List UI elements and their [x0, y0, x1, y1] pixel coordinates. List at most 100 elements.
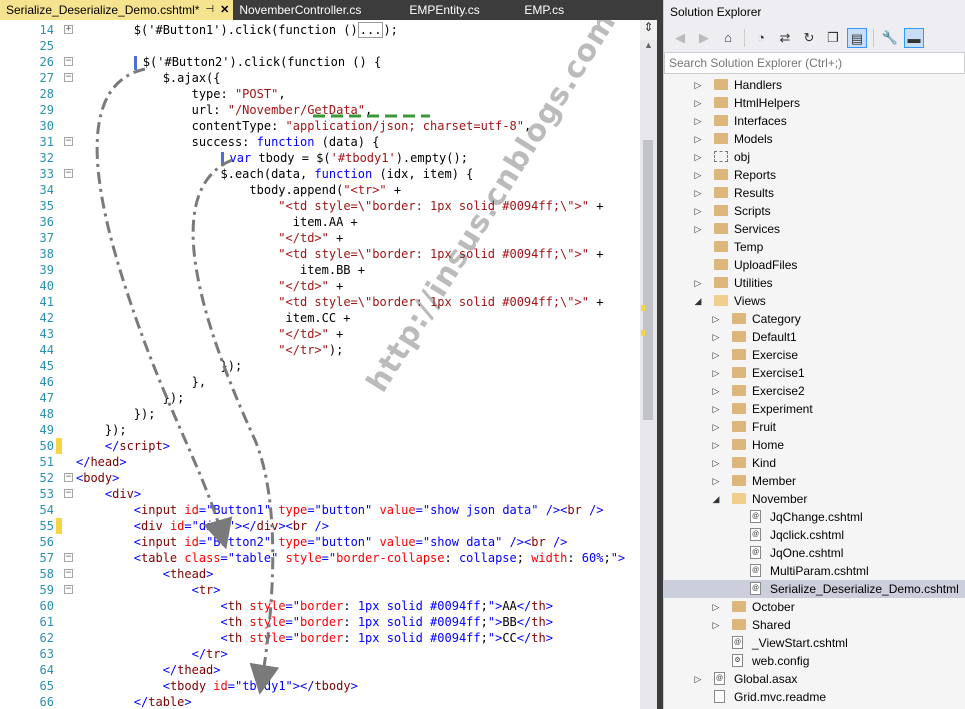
- close-tab-icon[interactable]: ✕: [220, 0, 229, 20]
- razor-file-icon: @: [750, 528, 761, 541]
- folder-icon: [714, 259, 728, 270]
- tree-item-exercise2[interactable]: ▷ Exercise2: [664, 382, 965, 400]
- refresh-icon[interactable]: ↻: [799, 28, 819, 48]
- tree-item-member[interactable]: ▷ Member: [664, 472, 965, 490]
- tree-item-scripts[interactable]: ▷ Scripts: [664, 202, 965, 220]
- expand-arrow-icon[interactable]: ▷: [711, 364, 721, 382]
- tree-item-views[interactable]: ◢ Views: [664, 292, 965, 310]
- expand-arrow-icon[interactable]: ▷: [711, 328, 721, 346]
- tree-item-label: web.config: [752, 654, 810, 668]
- pin-tab-icon[interactable]: ⊣: [205, 0, 214, 20]
- expand-arrow-icon[interactable]: ▷: [693, 670, 703, 688]
- tree-item-multiparam-cshtml[interactable]: @ MultiParam.cshtml: [664, 562, 965, 580]
- collapse-all-icon[interactable]: ❐: [823, 28, 843, 48]
- tree-item-jqone-cshtml[interactable]: @ JqOne.cshtml: [664, 544, 965, 562]
- tree-item-results[interactable]: ▷ Results: [664, 184, 965, 202]
- folder-icon: [714, 133, 728, 144]
- tree-item-exercise[interactable]: ▷ Exercise: [664, 346, 965, 364]
- tree-item-interfaces[interactable]: ▷ Interfaces: [664, 112, 965, 130]
- tree-item-october[interactable]: ▷ October: [664, 598, 965, 616]
- properties-icon[interactable]: 🔧: [880, 28, 900, 48]
- arrow-tbody-to-tbody1: [191, 158, 280, 695]
- home-icon[interactable]: ⌂: [718, 28, 738, 48]
- tree-item-november[interactable]: ◢ November: [664, 490, 965, 508]
- folder-icon: [732, 601, 746, 612]
- tree-item-jqclick-cshtml[interactable]: @ Jqclick.cshtml: [664, 526, 965, 544]
- razor-file-icon: @: [732, 636, 743, 649]
- expand-arrow-icon[interactable]: ▷: [711, 472, 721, 490]
- tree-item-label: Reports: [734, 168, 777, 182]
- expand-arrow-icon[interactable]: ▷: [711, 598, 721, 616]
- tree-item-reports[interactable]: ▷ Reports: [664, 166, 965, 184]
- collapse-arrow-icon[interactable]: ◢: [693, 292, 703, 310]
- expand-arrow-icon[interactable]: ▷: [711, 616, 721, 634]
- folder-icon: [732, 439, 746, 450]
- tree-item-obj[interactable]: ▷ obj: [664, 148, 965, 166]
- folder-icon: [732, 403, 746, 414]
- expand-arrow-icon[interactable]: ▷: [711, 346, 721, 364]
- expand-arrow-icon[interactable]: ▷: [711, 400, 721, 418]
- folder-icon: [732, 331, 746, 342]
- scroll-up-arrow[interactable]: ▲: [640, 40, 657, 54]
- tree-item-serialize-deserialize-demo-cshtml[interactable]: @ Serialize_Deserialize_Demo.cshtml: [664, 580, 965, 598]
- tree-item-shared[interactable]: ▷ Shared: [664, 616, 965, 634]
- tree-item-label: Exercise1: [752, 366, 805, 380]
- expand-arrow-icon[interactable]: ▷: [693, 76, 703, 94]
- expand-arrow-icon[interactable]: ▷: [693, 274, 703, 292]
- solution-explorer-search-input[interactable]: [664, 52, 965, 74]
- folder-icon: [732, 367, 746, 378]
- change-marker: [641, 330, 645, 336]
- pin-icon[interactable]: ▬: [904, 28, 924, 48]
- tree-item-web-config[interactable]: ⚙ web.config: [664, 652, 965, 670]
- expand-arrow-icon[interactable]: ▷: [711, 310, 721, 328]
- tree-item-home[interactable]: ▷ Home: [664, 436, 965, 454]
- tree-item-temp[interactable]: Temp: [664, 238, 965, 256]
- tree-item-label: Views: [734, 294, 766, 308]
- tree-item-default1[interactable]: ▷ Default1: [664, 328, 965, 346]
- tree-item-handlers[interactable]: ▷ Handlers: [664, 76, 965, 94]
- tab-label: EMP.cs: [524, 3, 565, 17]
- tree-item-label: Grid.mvc.readme: [734, 690, 827, 704]
- expand-arrow-icon[interactable]: ▷: [711, 436, 721, 454]
- expand-arrow-icon[interactable]: ▷: [693, 112, 703, 130]
- tree-item-utilities[interactable]: ▷ Utilities: [664, 274, 965, 292]
- expand-arrow-icon[interactable]: ▷: [693, 94, 703, 112]
- collapse-arrow-icon[interactable]: ◢: [711, 490, 721, 508]
- tree-item-htmlhelpers[interactable]: ▷ HtmlHelpers: [664, 94, 965, 112]
- sync-icon[interactable]: ⇄: [775, 28, 795, 48]
- split-view-button[interactable]: ⇕: [640, 20, 657, 40]
- tab-novembercontroller-cs[interactable]: NovemberController.cs: [233, 0, 403, 20]
- tab-serialize-deserialize-demo-cshtml-[interactable]: Serialize_Deserialize_Demo.cshtml* ⊣ ✕: [0, 0, 234, 20]
- tree-item-jqchange-cshtml[interactable]: @ JqChange.cshtml: [664, 508, 965, 526]
- history-icon[interactable]: ◔: [751, 28, 771, 48]
- folder-icon: [714, 205, 728, 216]
- tree-item-label: Shared: [752, 618, 791, 632]
- expand-arrow-icon[interactable]: ▷: [711, 382, 721, 400]
- tree-item-label: Models: [734, 132, 773, 146]
- tree-item-kind[interactable]: ▷ Kind: [664, 454, 965, 472]
- tree-item-global-asax[interactable]: ▷ @ Global.asax: [664, 670, 965, 688]
- tree-item-label: Exercise: [752, 348, 799, 362]
- tree-item-grid-mvc-readme[interactable]: Grid.mvc.readme: [664, 688, 965, 706]
- expand-arrow-icon[interactable]: ▷: [711, 418, 721, 436]
- show-all-files-icon[interactable]: ▤: [847, 28, 867, 48]
- tree-item-experiment[interactable]: ▷ Experiment: [664, 400, 965, 418]
- tree-item-exercise1[interactable]: ▷ Exercise1: [664, 364, 965, 382]
- expand-arrow-icon[interactable]: ▷: [693, 184, 703, 202]
- expand-arrow-icon[interactable]: ▷: [693, 130, 703, 148]
- tree-item--viewstart-cshtml[interactable]: @ _ViewStart.cshtml: [664, 634, 965, 652]
- expand-arrow-icon[interactable]: ▷: [711, 454, 721, 472]
- tree-item-models[interactable]: ▷ Models: [664, 130, 965, 148]
- expand-arrow-icon[interactable]: ▷: [693, 166, 703, 184]
- tree-item-uploadfiles[interactable]: UploadFiles: [664, 256, 965, 274]
- forward-icon[interactable]: ▶: [694, 28, 714, 48]
- tab-empentity-cs[interactable]: EMPEntity.cs: [403, 0, 518, 20]
- back-icon[interactable]: ◀: [670, 28, 690, 48]
- expand-arrow-icon[interactable]: ▷: [693, 148, 703, 166]
- tree-item-services[interactable]: ▷ Services: [664, 220, 965, 238]
- tree-item-category[interactable]: ▷ Category: [664, 310, 965, 328]
- scroll-thumb[interactable]: [643, 140, 653, 420]
- tree-item-fruit[interactable]: ▷ Fruit: [664, 418, 965, 436]
- expand-arrow-icon[interactable]: ▷: [693, 202, 703, 220]
- expand-arrow-icon[interactable]: ▷: [693, 220, 703, 238]
